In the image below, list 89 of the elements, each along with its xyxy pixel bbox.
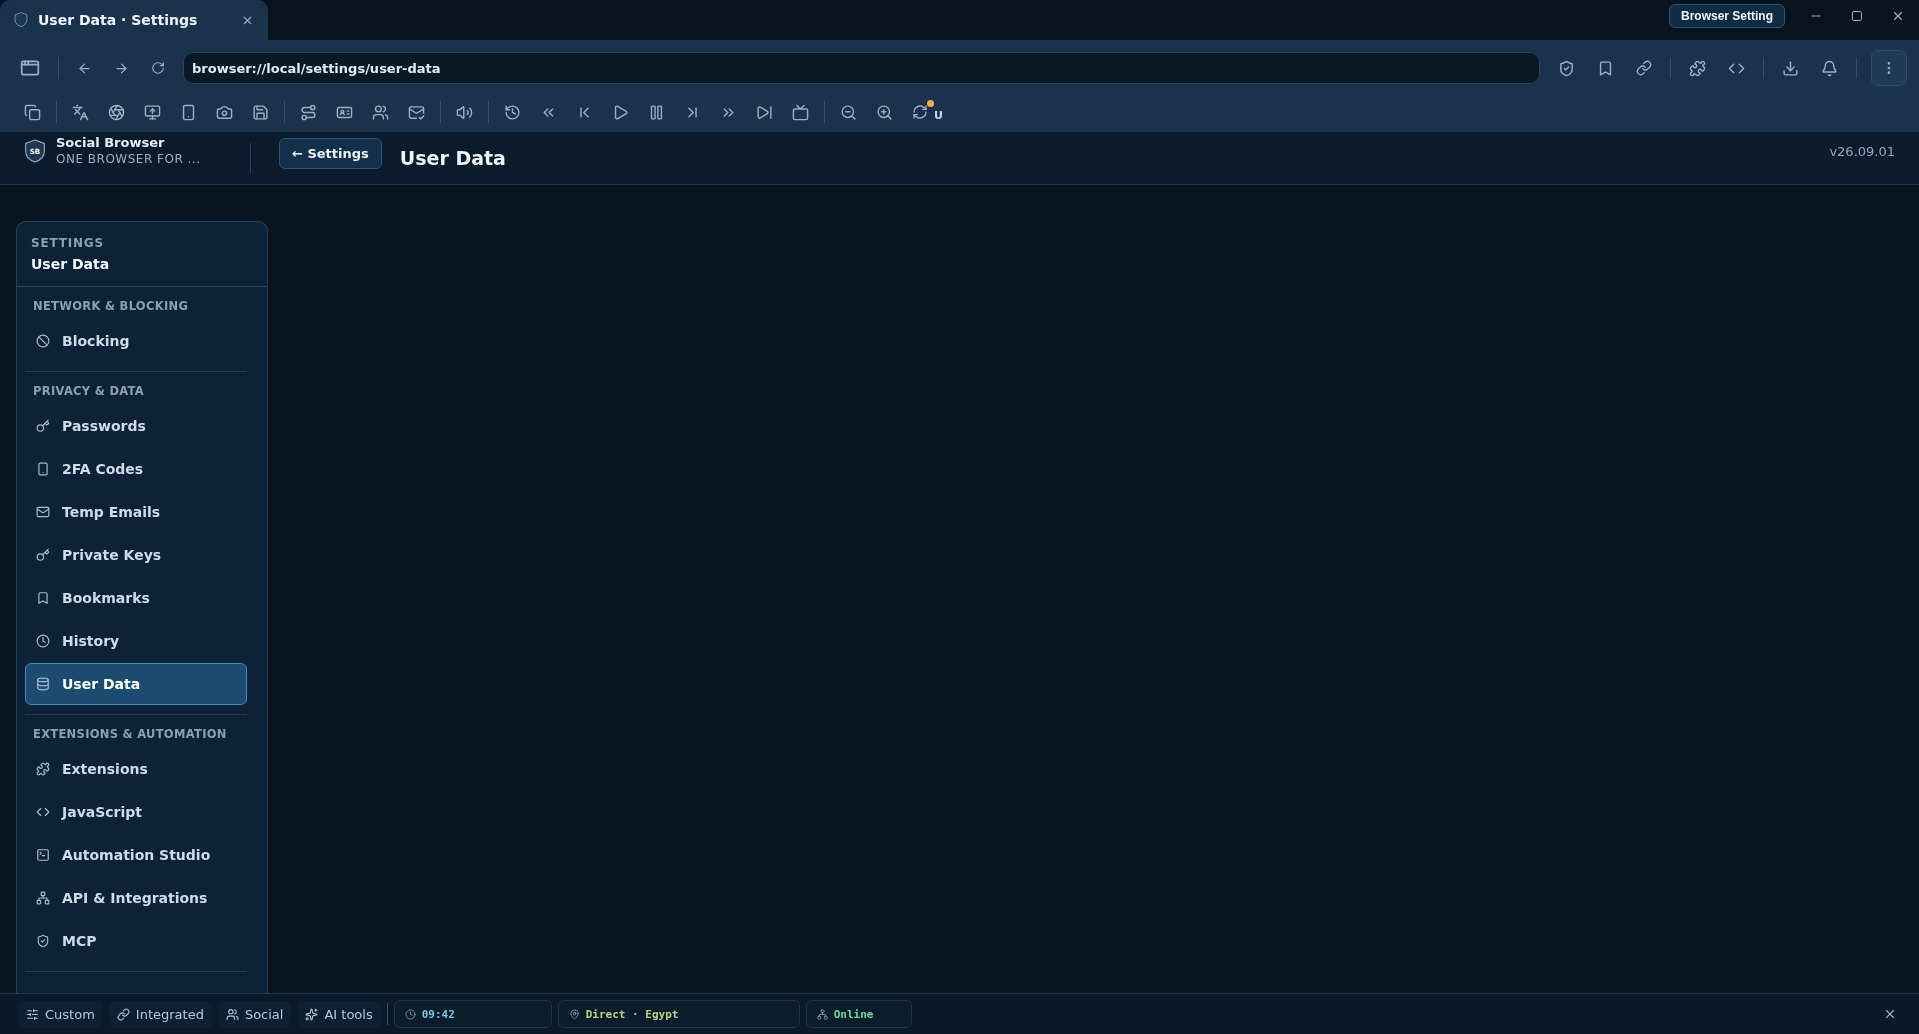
- bell-icon: [1821, 59, 1838, 77]
- database-icon: [36, 677, 50, 691]
- mode-button[interactable]: Custom: [18, 1000, 103, 1028]
- network-icon: [816, 1008, 828, 1020]
- users-icon: [372, 103, 389, 121]
- camera-icon: [216, 103, 233, 121]
- sidebar-item[interactable]: User Data: [25, 663, 247, 705]
- network-icon: [36, 891, 50, 905]
- section-heading: PRIVACY & DATA: [32, 383, 145, 400]
- clock-icon: [404, 1008, 416, 1020]
- section-heading: EXTENSIONS & AUTOMATION: [32, 726, 228, 743]
- panels-icon: [20, 58, 40, 78]
- download-icon: [1782, 59, 1799, 77]
- address-field[interactable]: browser://local/settings/user-data: [183, 52, 1540, 84]
- sidebar-item[interactable]: History: [25, 620, 247, 662]
- sidebar-item[interactable]: 2FA Codes: [25, 448, 247, 490]
- notification-dot: [927, 100, 934, 107]
- play-icon: [612, 103, 629, 121]
- link-icon: [1636, 60, 1652, 76]
- phone-icon: [36, 462, 50, 476]
- windows-icon: [24, 103, 41, 121]
- back-icon: [77, 60, 92, 76]
- save-icon: [252, 103, 269, 121]
- shield-check-icon: [36, 934, 50, 948]
- close-icon: [1883, 1007, 1897, 1021]
- sidebar-item[interactable]: JavaScript: [25, 791, 247, 833]
- sidebar-item[interactable]: MCP: [25, 920, 247, 962]
- translate-icon: [72, 103, 89, 121]
- tab-title: User Data · Settings: [38, 12, 199, 28]
- route-icon: [300, 103, 317, 121]
- speaker-icon: [456, 103, 473, 121]
- network-status: Online: [805, 1000, 912, 1028]
- maximize-icon: [1851, 10, 1863, 22]
- mode-button[interactable]: AI tools: [297, 1000, 381, 1028]
- section-heading: NETWORK & BLOCKING: [32, 298, 190, 315]
- reload-icon: [151, 61, 165, 75]
- ban-icon: [36, 334, 50, 348]
- sparkles-icon: [305, 1007, 319, 1021]
- terminal-icon: [36, 848, 50, 862]
- sidebar-item[interactable]: Private Keys: [25, 534, 247, 576]
- users-icon: [225, 1007, 239, 1021]
- sliders-icon: [26, 1007, 39, 1021]
- key-icon: [36, 548, 50, 562]
- screen-share-icon: [144, 103, 161, 121]
- forward-icon: [114, 60, 129, 76]
- key-icon: [36, 419, 50, 433]
- puzzle-icon: [1689, 59, 1706, 77]
- shield-logo-icon: [14, 12, 28, 28]
- phone-icon: [180, 103, 197, 121]
- mail-check-icon: [408, 103, 425, 121]
- browser-tab[interactable]: User Data · Settings: [0, 0, 268, 40]
- pause-icon: [648, 103, 665, 121]
- mode-button[interactable]: Integrated: [108, 1000, 212, 1028]
- sidebar-title: User Data: [31, 256, 111, 272]
- page-title: User Data: [399, 147, 507, 169]
- shield-check-icon: [1558, 59, 1575, 77]
- tv-icon: [792, 103, 809, 121]
- clock-icon: [36, 634, 50, 648]
- map-pin-icon: [568, 1008, 580, 1020]
- puzzle-icon: [36, 762, 50, 776]
- app-tagline: ONE BROWSER FOR ...: [56, 151, 201, 167]
- sync-badge-letter: U: [934, 108, 943, 122]
- bookmark-icon: [1597, 59, 1614, 77]
- sidebar-item[interactable]: Temp Emails: [25, 491, 247, 533]
- back-to-settings-button[interactable]: ← Settings: [279, 137, 382, 169]
- bookmark-icon: [36, 591, 50, 605]
- mode-button[interactable]: Social: [217, 1000, 292, 1028]
- sidebar-item[interactable]: Automation Studio: [25, 834, 247, 876]
- sidebar-item[interactable]: Passwords: [25, 405, 247, 447]
- route-readout: Direct · Egypt: [557, 1000, 800, 1028]
- code-icon: [36, 805, 50, 819]
- time-readout: 09:42: [393, 1000, 552, 1028]
- sidebar-item[interactable]: Bookmarks: [25, 577, 247, 619]
- skip-forward-icon: [756, 103, 773, 121]
- sidebar-item[interactable]: Extensions: [25, 748, 247, 790]
- zoom-in-icon: [876, 103, 893, 121]
- sync-icon: [912, 104, 928, 120]
- link-icon: [116, 1007, 130, 1021]
- app-name: Social Browser: [56, 135, 166, 151]
- history-icon: [504, 103, 521, 121]
- version-label: v26.09.01: [1829, 143, 1895, 159]
- zoom-out-icon: [840, 103, 857, 121]
- window-badge: Browser Setting: [1669, 4, 1785, 28]
- aperture-icon: [108, 103, 125, 121]
- mail-icon: [36, 505, 50, 519]
- close-icon: [1891, 9, 1905, 23]
- sidebar-item[interactable]: Blocking: [25, 320, 247, 362]
- sidebar-eyebrow: SETTINGS: [31, 236, 105, 250]
- sidebar-item[interactable]: API & Integrations: [25, 877, 247, 919]
